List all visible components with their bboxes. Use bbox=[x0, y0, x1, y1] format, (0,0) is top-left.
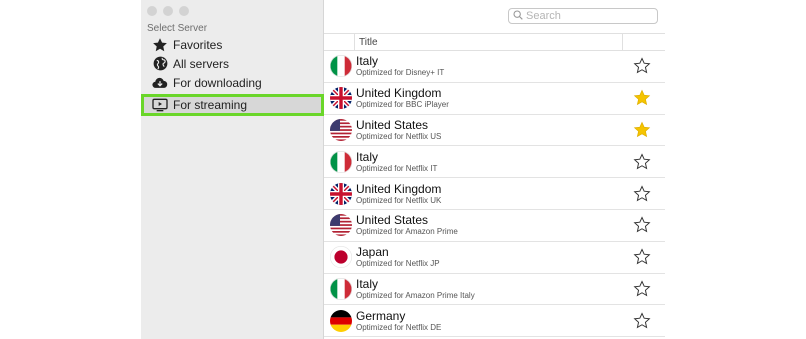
server-country: Italy bbox=[356, 276, 379, 291]
minimize-window-button[interactable] bbox=[163, 6, 173, 16]
sidebar-heading: Select Server bbox=[147, 23, 208, 34]
sidebar-item-for-downloading[interactable]: For downloading bbox=[141, 73, 324, 92]
table-row[interactable]: Italy Optimized for Amazon Prime Italy bbox=[324, 274, 665, 306]
server-subtitle: Optimized for Disney+ IT bbox=[356, 68, 445, 78]
sidebar-item-label: For downloading bbox=[173, 75, 262, 90]
server-country: Italy bbox=[356, 149, 379, 164]
server-country: Italy bbox=[356, 54, 379, 69]
favorite-star-icon[interactable] bbox=[633, 280, 651, 298]
cloud-download-icon bbox=[152, 75, 168, 91]
server-country: United States bbox=[356, 117, 429, 132]
close-window-button[interactable] bbox=[147, 6, 157, 16]
server-subtitle: Optimized for Netflix IT bbox=[356, 163, 438, 173]
app-window: Select Server Favorites All servers For … bbox=[141, 0, 665, 339]
server-subtitle: Optimized for Amazon Prime Italy bbox=[356, 290, 475, 300]
favorite-star-icon[interactable] bbox=[633, 248, 651, 266]
italy-flag-icon bbox=[330, 150, 352, 173]
star-icon bbox=[152, 37, 168, 53]
sidebar: Select Server Favorites All servers For … bbox=[141, 0, 324, 339]
japan-flag-icon bbox=[330, 246, 352, 269]
server-country: Germany bbox=[356, 308, 406, 323]
italy-flag-icon bbox=[330, 55, 352, 78]
favorite-star-icon[interactable] bbox=[633, 57, 651, 75]
zoom-window-button[interactable] bbox=[179, 6, 189, 16]
favorite-star-icon[interactable] bbox=[633, 153, 651, 171]
server-country: United States bbox=[356, 213, 429, 228]
table-row[interactable]: Italy Optimized for Disney+ IT bbox=[324, 51, 665, 83]
table-row[interactable]: United Kingdom Optimized for Netflix UK bbox=[324, 178, 665, 210]
server-subtitle: Optimized for BBC iPlayer bbox=[356, 100, 449, 110]
table-row[interactable]: Germany Optimized for Netflix DE bbox=[324, 305, 665, 338]
server-list-panel: Title Italy Optimized for Disney+ IT bbox=[324, 0, 665, 339]
table-header: Title bbox=[324, 33, 665, 51]
sidebar-item-for-streaming[interactable]: For streaming bbox=[141, 94, 324, 116]
server-subtitle: Optimized for Netflix UK bbox=[356, 195, 442, 205]
server-subtitle: Optimized for Amazon Prime bbox=[356, 227, 458, 237]
server-subtitle: Optimized for Netflix JP bbox=[356, 259, 440, 269]
table-row[interactable]: United States Optimized for Netflix US bbox=[324, 115, 665, 147]
favorite-star-icon[interactable] bbox=[633, 121, 651, 139]
table-row[interactable]: Italy Optimized for Netflix IT bbox=[324, 146, 665, 179]
sidebar-item-label: Favorites bbox=[173, 37, 223, 52]
germany-flag-icon bbox=[330, 309, 352, 332]
globe-icon bbox=[152, 56, 168, 72]
sidebar-item-favorites[interactable]: Favorites bbox=[141, 35, 324, 54]
server-country: United Kingdom bbox=[356, 181, 442, 196]
favorite-star-icon[interactable] bbox=[633, 312, 651, 330]
favorite-column-header[interactable] bbox=[622, 34, 665, 50]
table-row[interactable]: United States Optimized for Amazon Prime bbox=[324, 210, 665, 242]
window-controls bbox=[147, 6, 189, 16]
tv-play-icon bbox=[152, 97, 168, 113]
flag-column-header[interactable] bbox=[324, 34, 355, 50]
server-table: Italy Optimized for Disney+ IT United Ki… bbox=[324, 51, 665, 338]
favorite-star-icon[interactable] bbox=[633, 216, 651, 234]
server-subtitle: Optimized for Netflix US bbox=[356, 131, 442, 141]
sidebar-item-label: For streaming bbox=[173, 98, 248, 112]
title-column-header[interactable]: Title bbox=[355, 37, 622, 48]
favorite-star-icon[interactable] bbox=[633, 184, 651, 203]
uk-flag-icon bbox=[330, 87, 352, 110]
server-country: Japan bbox=[356, 245, 389, 260]
server-country: United Kingdom bbox=[356, 86, 442, 101]
uk-flag-icon bbox=[330, 182, 352, 205]
table-row[interactable]: Japan Optimized for Netflix JP bbox=[324, 242, 665, 274]
sidebar-item-all-servers[interactable]: All servers bbox=[141, 54, 324, 73]
us-flag-icon bbox=[330, 214, 352, 237]
us-flag-icon bbox=[330, 118, 352, 141]
favorite-star-icon[interactable] bbox=[633, 89, 651, 107]
server-subtitle: Optimized for Netflix DE bbox=[356, 322, 442, 332]
table-row[interactable]: United Kingdom Optimized for BBC iPlayer bbox=[324, 83, 665, 115]
search-input[interactable] bbox=[523, 10, 646, 22]
italy-flag-icon bbox=[330, 277, 352, 300]
search-field[interactable] bbox=[508, 8, 658, 24]
sidebar-item-label: All servers bbox=[173, 56, 230, 71]
search-icon bbox=[513, 7, 523, 25]
